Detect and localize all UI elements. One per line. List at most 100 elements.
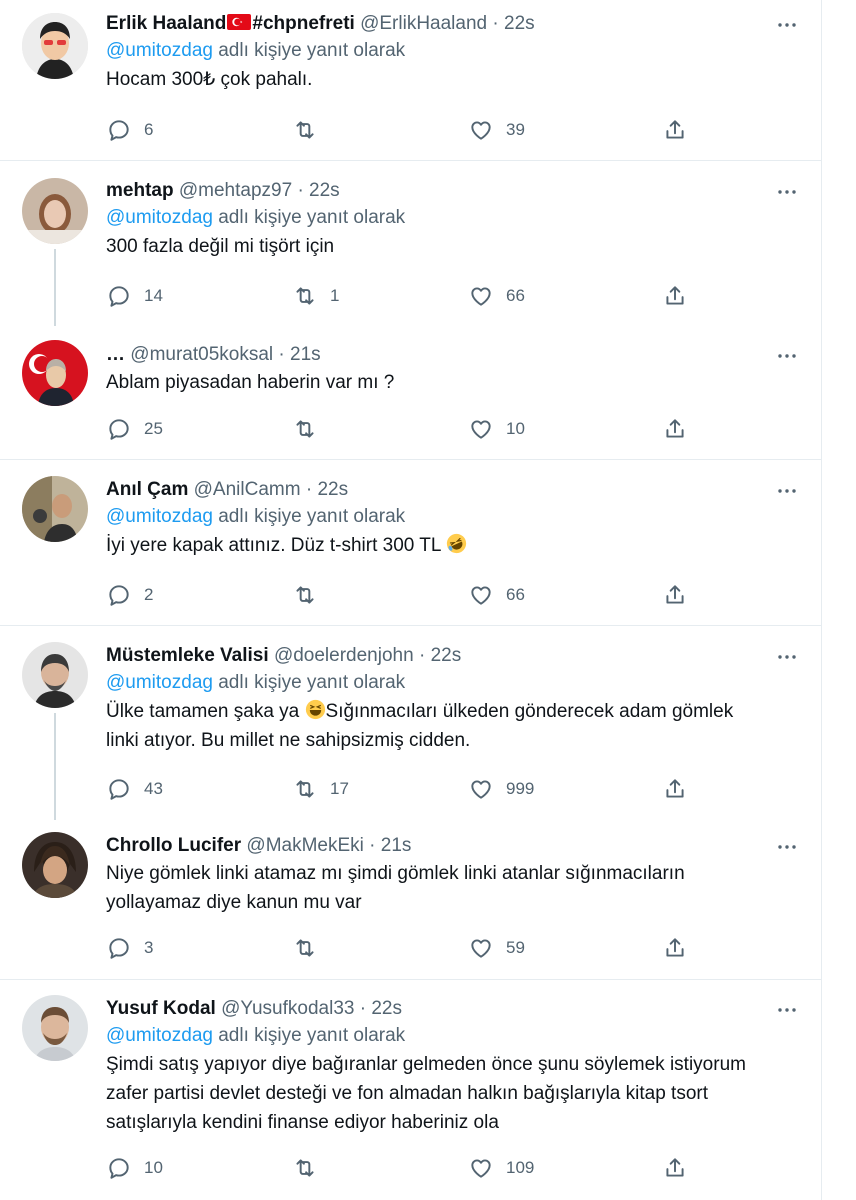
- reply-button[interactable]: 43: [106, 774, 163, 804]
- like-count: 66: [506, 585, 525, 604]
- reply-button[interactable]: 10: [106, 1153, 163, 1183]
- share-button[interactable]: [662, 115, 688, 145]
- retweet-button[interactable]: [292, 933, 330, 963]
- more-icon[interactable]: [775, 998, 799, 1022]
- display-name-tag[interactable]: #chpnefreti: [252, 13, 354, 34]
- reply-count: 14: [144, 286, 163, 305]
- mention-link[interactable]: @umitozdag: [106, 506, 213, 527]
- more-icon[interactable]: [775, 479, 799, 503]
- share-button[interactable]: [662, 933, 688, 963]
- timestamp[interactable]: 21s: [290, 344, 321, 365]
- tweet-6[interactable]: Chrollo Lucifer @MakMekEki · 21s Niye gö…: [0, 820, 821, 980]
- avatar[interactable]: [22, 995, 88, 1061]
- reply-icon: [109, 419, 129, 440]
- retweet-icon: [296, 780, 314, 798]
- like-button[interactable]: 999: [468, 774, 534, 804]
- more-icon[interactable]: [775, 645, 799, 669]
- reply-icon: [109, 938, 129, 959]
- timestamp[interactable]: 22s: [371, 998, 402, 1019]
- display-name[interactable]: Müstemleke Valisi: [106, 645, 269, 666]
- user-handle[interactable]: @AnilCamm: [194, 479, 301, 500]
- more-icon[interactable]: [775, 180, 799, 204]
- user-handle[interactable]: @Yusufkodal33: [221, 998, 354, 1019]
- reply-button[interactable]: 25: [106, 414, 163, 444]
- separator-dot: ·: [418, 645, 426, 666]
- avatar[interactable]: [22, 476, 88, 542]
- tweet-1[interactable]: Erlik Haaland #chpnefreti @ErlikHaaland ·…: [0, 0, 821, 161]
- like-button[interactable]: 10: [468, 414, 525, 444]
- user-handle[interactable]: @doelerdenjohn: [274, 645, 414, 666]
- like-button[interactable]: 39: [468, 115, 525, 145]
- timestamp[interactable]: 22s: [309, 180, 340, 201]
- tweet-feed: Erlik Haaland #chpnefreti @ErlikHaaland ·…: [0, 0, 822, 1200]
- reply-count: 6: [144, 120, 154, 139]
- tweet-4[interactable]: Anıl Çam @AnilCamm · 22s @umitozdag adlı…: [0, 460, 821, 626]
- separator-dot: ·: [359, 998, 367, 1019]
- like-button[interactable]: 66: [468, 281, 525, 311]
- timestamp[interactable]: 22s: [431, 645, 462, 666]
- reply-context: @umitozdag adlı kişiye yanıt olarak: [106, 503, 821, 531]
- reply-button[interactable]: 2: [106, 580, 153, 610]
- user-handle[interactable]: @murat05koksal: [130, 344, 273, 365]
- more-icon[interactable]: [775, 344, 799, 368]
- retweet-button[interactable]: [292, 414, 330, 444]
- avatar[interactable]: [22, 13, 88, 79]
- retweet-button[interactable]: [292, 1153, 330, 1183]
- like-button[interactable]: 66: [468, 580, 525, 610]
- tweet-text-part: satışlarıyla kendini finanse ediyor habe…: [106, 1112, 499, 1133]
- rolling-laughing-emoji-icon: [446, 533, 467, 554]
- avatar[interactable]: [22, 178, 88, 244]
- reply-button[interactable]: 14: [106, 281, 163, 311]
- tweet-2[interactable]: mehtap @mehtapz97 · 22s @umitozdag adlı …: [0, 161, 821, 326]
- timestamp[interactable]: 21s: [381, 835, 412, 856]
- share-icon: [666, 1158, 684, 1177]
- reply-button[interactable]: 3: [106, 933, 153, 963]
- tweet-text: Ablam piyasadan haberin var mı ?: [106, 372, 395, 393]
- reply-count: 43: [144, 779, 163, 798]
- tweet-7[interactable]: Yusuf Kodal @Yusufkodal33 · 22s @umitozd…: [0, 980, 821, 1200]
- reply-button[interactable]: 6: [106, 115, 153, 145]
- more-icon[interactable]: [775, 13, 799, 37]
- mention-link[interactable]: @umitozdag: [106, 207, 213, 228]
- display-name[interactable]: Yusuf Kodal: [106, 998, 216, 1019]
- avatar[interactable]: [22, 642, 88, 708]
- like-button[interactable]: 59: [468, 933, 525, 963]
- share-icon: [666, 779, 684, 798]
- reply-prefix: adlı kişiye yanıt olarak: [218, 40, 406, 61]
- share-button[interactable]: [662, 414, 688, 444]
- display-name[interactable]: …: [106, 344, 125, 365]
- share-icon: [666, 938, 684, 957]
- avatar[interactable]: [22, 340, 88, 406]
- tweet-3[interactable]: … @murat05koksal · 21s Ablam piyasadan h…: [0, 326, 821, 460]
- retweet-button[interactable]: 17: [292, 774, 349, 804]
- like-count: 59: [506, 938, 525, 957]
- user-handle[interactable]: @mehtapz97: [179, 180, 292, 201]
- retweet-button[interactable]: [292, 115, 330, 145]
- display-name[interactable]: Chrollo Lucifer: [106, 835, 241, 856]
- separator-dot: ·: [297, 180, 304, 201]
- reply-icon: [109, 585, 129, 606]
- retweet-button[interactable]: [292, 580, 330, 610]
- mention-link[interactable]: @umitozdag: [106, 40, 213, 61]
- avatar[interactable]: [22, 832, 88, 898]
- user-handle[interactable]: @ErlikHaaland: [360, 13, 487, 34]
- retweet-button[interactable]: 1: [292, 281, 339, 311]
- mention-link[interactable]: @umitozdag: [106, 672, 213, 693]
- heart-icon: [471, 287, 491, 306]
- user-handle[interactable]: @MakMekEki: [246, 835, 363, 856]
- display-name[interactable]: Anıl Çam: [106, 479, 188, 500]
- timestamp[interactable]: 22s: [317, 479, 348, 500]
- share-button[interactable]: [662, 281, 688, 311]
- share-button[interactable]: [662, 580, 688, 610]
- share-button[interactable]: [662, 774, 688, 804]
- separator-dot: ·: [369, 835, 376, 856]
- timestamp[interactable]: 22s: [504, 13, 535, 34]
- like-button[interactable]: 109: [468, 1153, 534, 1183]
- tweet-5[interactable]: Müstemleke Valisi @doelerdenjohn · 22s @…: [0, 626, 821, 820]
- mention-link[interactable]: @umitozdag: [106, 1025, 213, 1046]
- share-button[interactable]: [662, 1153, 688, 1183]
- display-name[interactable]: Erlik Haaland: [106, 13, 226, 34]
- display-name[interactable]: mehtap: [106, 180, 174, 201]
- separator-dot: ·: [305, 479, 313, 500]
- more-icon[interactable]: [775, 835, 799, 859]
